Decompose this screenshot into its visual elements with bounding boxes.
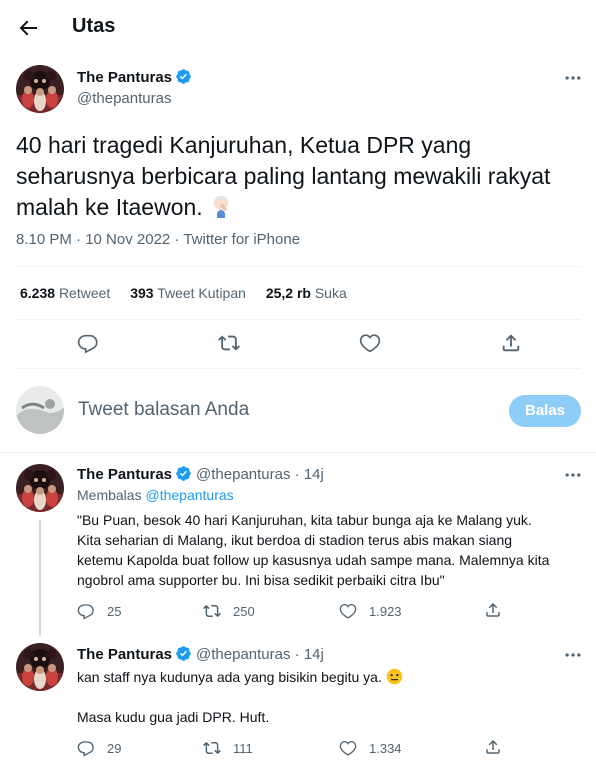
page-title: Utas bbox=[72, 15, 116, 37]
reply-input[interactable]: Tweet balasan Anda bbox=[78, 399, 249, 421]
more-options-icon[interactable] bbox=[563, 68, 583, 88]
reply-header: The Panturas @thepanturas · 14j bbox=[77, 465, 324, 483]
more-options-icon[interactable] bbox=[563, 645, 583, 665]
divider bbox=[16, 368, 580, 369]
verified-badge-icon bbox=[175, 68, 192, 85]
reply-icon[interactable] bbox=[77, 739, 95, 757]
author-name-text[interactable]: The Panturas bbox=[77, 69, 172, 86]
facepalm-emoji-icon bbox=[214, 196, 229, 218]
tweet-text-line: 40 hari tragedi Kanjuruhan, Ketua DPR ya… bbox=[16, 132, 472, 158]
tweet-text: 40 hari tragedi Kanjuruhan, Ketua DPR ya… bbox=[16, 130, 576, 223]
reply-text-line: ngobrol ama supporter bu. Ini bisa sedik… bbox=[77, 572, 445, 588]
like-icon[interactable] bbox=[339, 739, 357, 757]
avatar[interactable] bbox=[16, 643, 64, 691]
divider bbox=[16, 266, 580, 267]
tweet-text-line: malah ke Itaewon. bbox=[16, 192, 576, 223]
author-handle[interactable]: @thepanturas bbox=[77, 90, 171, 107]
retweet-stat[interactable]: 6.238 Retweet bbox=[20, 285, 110, 301]
author-name[interactable]: The Panturas bbox=[77, 646, 172, 663]
author-handle-time[interactable]: @thepanturas · 14j bbox=[196, 646, 324, 663]
author-handle-time[interactable]: @thepanturas · 14j bbox=[196, 466, 324, 483]
reply-text-line: "Bu Puan, besok 40 hari Kanjuruhan, kita… bbox=[77, 512, 532, 528]
tweet-stats: 6.238 Retweet 393 Tweet Kutipan 25,2 rb … bbox=[20, 285, 363, 301]
reply-count-button[interactable]: 29 bbox=[77, 739, 121, 757]
more-options-icon[interactable] bbox=[563, 465, 583, 485]
author-name[interactable]: The Panturas bbox=[77, 466, 172, 483]
retweet-icon[interactable] bbox=[203, 602, 221, 620]
reply-button[interactable]: Balas bbox=[509, 395, 581, 427]
tweet-text-line: seharusnya berbicara paling lantang mewa… bbox=[16, 163, 551, 189]
retweet-count-button[interactable]: 250 bbox=[203, 602, 255, 620]
thread-connector bbox=[39, 520, 41, 636]
author-name[interactable]: The Panturas bbox=[77, 68, 192, 86]
retweet-count-button[interactable]: 111 bbox=[203, 739, 253, 757]
reply-text: kan staff nya kudunya ada yang bisikin b… bbox=[77, 667, 577, 727]
share-icon[interactable] bbox=[484, 601, 502, 619]
like-count-button[interactable]: 1.334 bbox=[339, 739, 402, 757]
reply-text-line: Masa kudu gua jadi DPR. Huft. bbox=[77, 709, 270, 725]
reply-icon[interactable] bbox=[77, 332, 99, 354]
replying-to: Membalas @thepanturas bbox=[77, 487, 234, 503]
avatar[interactable] bbox=[16, 464, 64, 512]
tweet-timestamp[interactable]: 8.10 PM · 10 Nov 2022 · Twitter for iPho… bbox=[16, 231, 300, 248]
retweet-icon[interactable] bbox=[218, 332, 240, 354]
thread-header: Utas bbox=[0, 0, 596, 56]
like-icon[interactable] bbox=[339, 602, 357, 620]
like-icon[interactable] bbox=[359, 332, 381, 354]
reply-text-line: Kita seharian di Malang, ikut berdoa di … bbox=[77, 532, 513, 548]
reply-header: The Panturas @thepanturas · 14j bbox=[77, 645, 324, 663]
avatar[interactable] bbox=[16, 65, 64, 113]
verified-badge-icon bbox=[175, 465, 192, 482]
verified-badge-icon bbox=[175, 645, 192, 662]
retweet-icon[interactable] bbox=[203, 739, 221, 757]
reply-count-button[interactable]: 25 bbox=[77, 602, 121, 620]
divider bbox=[0, 452, 596, 453]
quote-tweet-stat[interactable]: 393 Tweet Kutipan bbox=[130, 285, 246, 301]
back-arrow-icon[interactable] bbox=[16, 16, 40, 40]
replying-to-link[interactable]: @thepanturas bbox=[145, 487, 233, 503]
user-avatar[interactable] bbox=[16, 386, 64, 434]
reply-text-line: ketemu Kapolda buat follow up kasusnya u… bbox=[77, 552, 550, 568]
share-icon[interactable] bbox=[484, 738, 502, 756]
reply-text: "Bu Puan, besok 40 hari Kanjuruhan, kita… bbox=[77, 510, 577, 590]
share-icon[interactable] bbox=[500, 332, 522, 354]
reply-text-line: kan staff nya kudunya ada yang bisikin b… bbox=[77, 667, 577, 687]
neutral-face-emoji-icon bbox=[386, 668, 403, 685]
reply-icon[interactable] bbox=[77, 602, 95, 620]
divider bbox=[16, 319, 580, 320]
like-stat[interactable]: 25,2 rb Suka bbox=[266, 285, 347, 301]
like-count-button[interactable]: 1.923 bbox=[339, 602, 402, 620]
